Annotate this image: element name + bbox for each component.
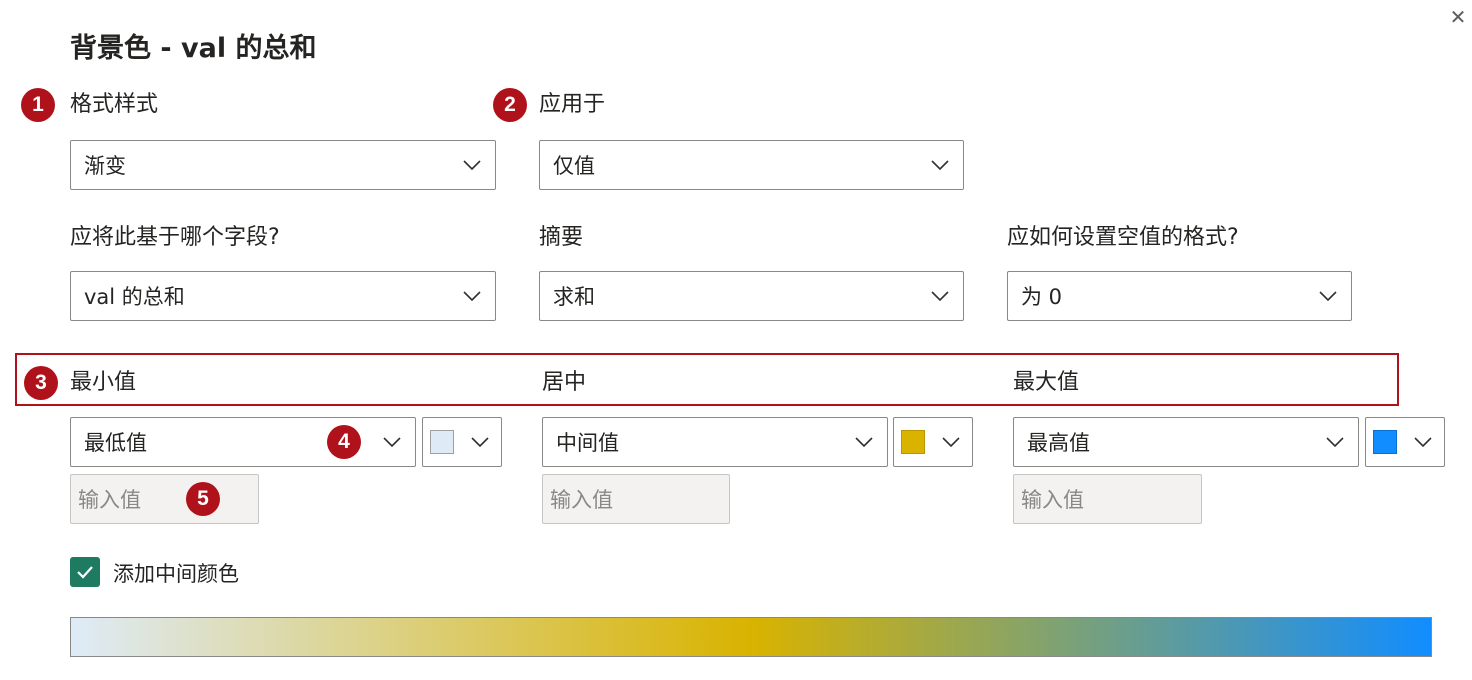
- gradient-preview-bar: [70, 617, 1432, 657]
- format-style-value: 渐变: [84, 154, 126, 178]
- minimum-value-input[interactable]: 输入值: [70, 474, 259, 524]
- chevron-down-icon: [383, 437, 401, 448]
- chevron-down-icon: [942, 437, 960, 448]
- chevron-down-icon: [463, 291, 481, 302]
- apply-to-value: 仅值: [553, 154, 595, 178]
- center-value-placeholder: 输入值: [550, 488, 613, 512]
- add-middle-color-checkbox[interactable]: [70, 557, 100, 587]
- maximum-type-value: 最高值: [1027, 431, 1090, 455]
- minimum-label: 最小值: [70, 370, 137, 395]
- based-on-field-label: 应将此基于哪个字段?: [70, 225, 280, 250]
- empty-values-label: 应如何设置空值的格式?: [1007, 225, 1239, 250]
- minimum-type-dropdown[interactable]: 最低值: [70, 417, 416, 467]
- minimum-value-placeholder: 输入值: [78, 488, 141, 512]
- checkmark-icon: [77, 566, 93, 579]
- chevron-down-icon: [1326, 437, 1344, 448]
- based-on-field-value: val 的总和: [84, 285, 185, 309]
- callout-badge-3: 3: [24, 366, 58, 400]
- center-type-value: 中间值: [556, 431, 619, 455]
- maximum-type-dropdown[interactable]: 最高值: [1013, 417, 1359, 467]
- callout-badge-5: 5: [186, 482, 220, 516]
- empty-values-value: 为 0: [1021, 285, 1063, 309]
- chevron-down-icon: [931, 160, 949, 171]
- gradient-stops-highlight: [15, 353, 1399, 406]
- empty-values-dropdown[interactable]: 为 0: [1007, 271, 1352, 321]
- maximum-label: 最大值: [1013, 370, 1080, 395]
- minimum-color-swatch: [430, 430, 454, 454]
- chevron-down-icon: [931, 291, 949, 302]
- chevron-down-icon: [855, 437, 873, 448]
- chevron-down-icon: [1319, 291, 1337, 302]
- center-color-swatch: [901, 430, 925, 454]
- center-type-dropdown[interactable]: 中间值: [542, 417, 888, 467]
- center-label: 居中: [542, 370, 587, 395]
- format-style-dropdown[interactable]: 渐变: [70, 140, 496, 190]
- chevron-down-icon: [471, 437, 489, 448]
- minimum-color-picker[interactable]: [422, 417, 502, 467]
- apply-to-label: 应用于: [539, 92, 606, 117]
- maximum-value-input[interactable]: 输入值: [1013, 474, 1202, 524]
- chevron-down-icon: [463, 160, 481, 171]
- summarization-label: 摘要: [539, 225, 584, 250]
- chevron-down-icon: [1414, 437, 1432, 448]
- center-color-picker[interactable]: [893, 417, 973, 467]
- dialog-title: 背景色 - val 的总和: [70, 33, 317, 64]
- format-style-label: 格式样式: [70, 92, 159, 117]
- center-value-input[interactable]: 输入值: [542, 474, 730, 524]
- callout-badge-2: 2: [493, 88, 527, 122]
- summarization-dropdown[interactable]: 求和: [539, 271, 964, 321]
- apply-to-dropdown[interactable]: 仅值: [539, 140, 964, 190]
- minimum-type-value: 最低值: [84, 431, 147, 455]
- callout-badge-4: 4: [327, 425, 361, 459]
- summarization-value: 求和: [553, 285, 595, 309]
- maximum-value-placeholder: 输入值: [1021, 488, 1084, 512]
- add-middle-color-label: 添加中间颜色: [113, 562, 239, 586]
- callout-badge-1: 1: [21, 88, 55, 122]
- close-icon[interactable]: ✕: [1447, 6, 1469, 28]
- based-on-field-dropdown[interactable]: val 的总和: [70, 271, 496, 321]
- maximum-color-picker[interactable]: [1365, 417, 1445, 467]
- maximum-color-swatch: [1373, 430, 1397, 454]
